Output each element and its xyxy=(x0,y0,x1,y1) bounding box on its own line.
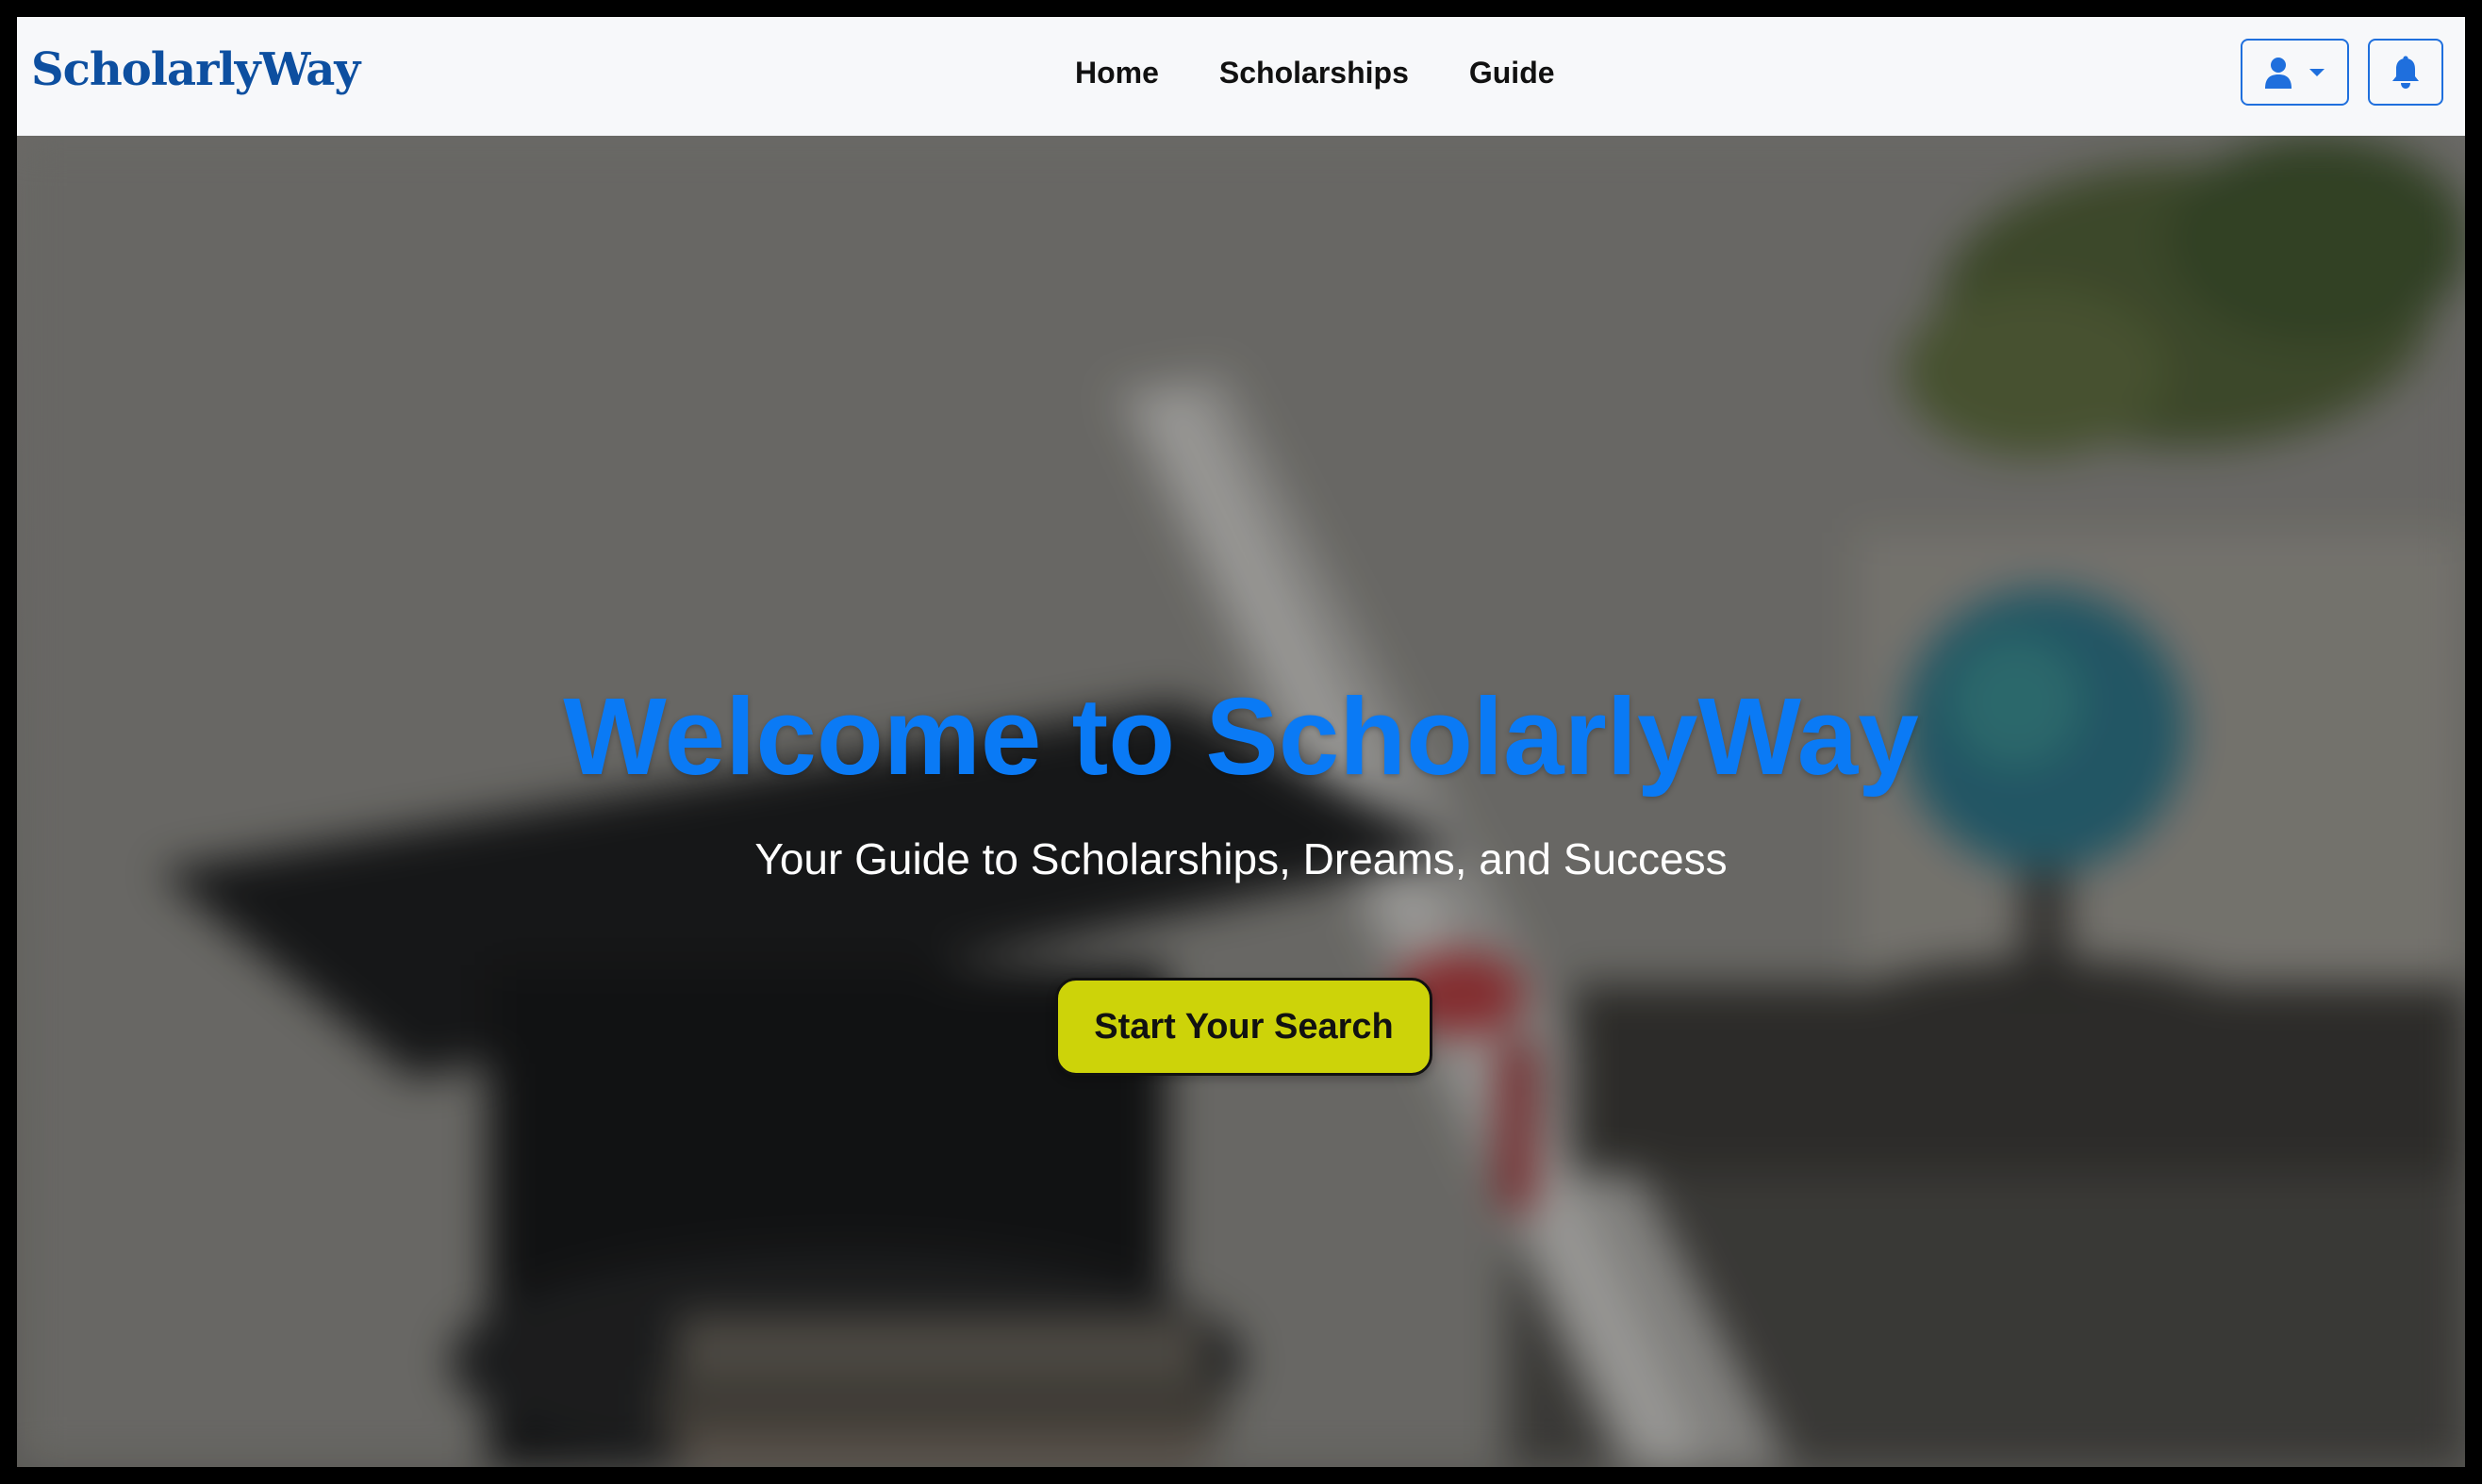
hero-content: Welcome to ScholarlyWay Your Guide to Sc… xyxy=(17,136,2465,1467)
bell-icon xyxy=(2392,56,2419,89)
hero-section: Welcome to ScholarlyWay Your Guide to Sc… xyxy=(17,136,2465,1467)
top-navbar: ScholarlyWay Home Scholarships Guide xyxy=(17,17,2465,136)
hero-subtitle: Your Guide to Scholarships, Dreams, and … xyxy=(754,834,1728,883)
page-viewport: ScholarlyWay Home Scholarships Guide Wel… xyxy=(17,17,2465,1467)
hero-title: Welcome to ScholarlyWay xyxy=(563,675,1919,798)
start-search-button[interactable]: Start Your Search xyxy=(1055,978,1432,1076)
user-menu-button[interactable] xyxy=(2241,39,2349,106)
nav-link-scholarships[interactable]: Scholarships xyxy=(1189,55,1439,91)
notifications-button[interactable] xyxy=(2368,39,2443,106)
nav-link-home[interactable]: Home xyxy=(1045,55,1189,91)
caret-down-icon xyxy=(2309,69,2325,76)
user-icon xyxy=(2265,58,2292,89)
nav-links: Home Scholarships Guide xyxy=(1045,55,1585,91)
window-frame: ScholarlyWay Home Scholarships Guide Wel… xyxy=(0,0,2482,1484)
nav-link-guide[interactable]: Guide xyxy=(1439,55,1585,91)
brand-logo[interactable]: ScholarlyWay xyxy=(31,43,360,98)
